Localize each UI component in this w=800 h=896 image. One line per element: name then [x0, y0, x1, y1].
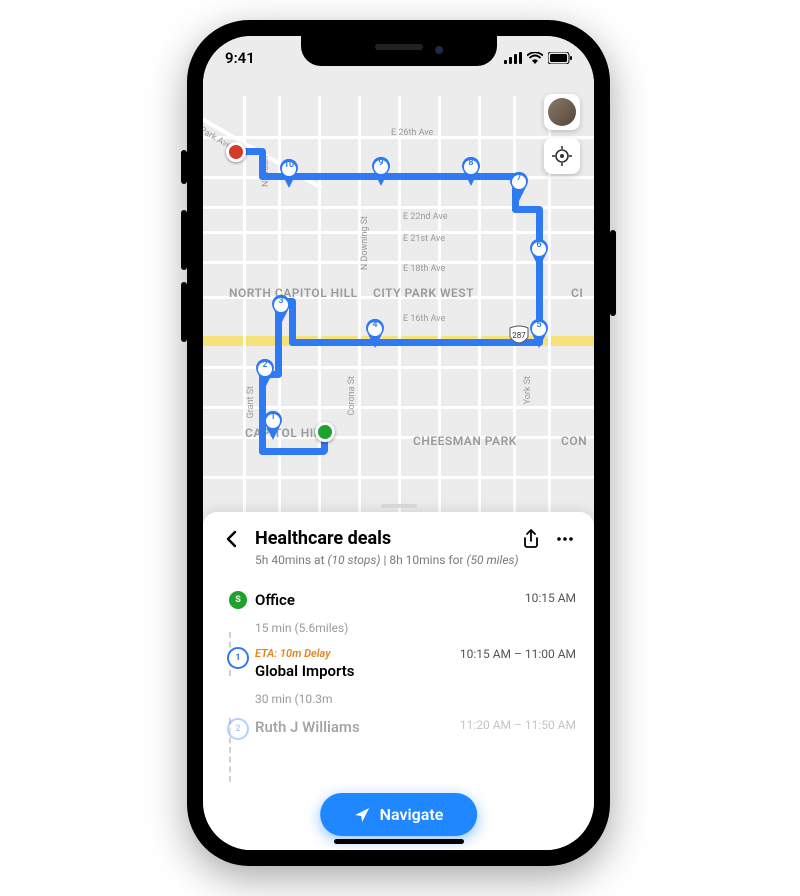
stop-name: Global Imports	[255, 662, 460, 680]
stop-name: Ruth J Williams	[255, 718, 460, 736]
stop-row-2[interactable]: 2 Ruth J Williams 11:20 AM – 11:50 AM	[203, 708, 594, 750]
home-indicator[interactable]	[334, 839, 464, 844]
stop-row-start[interactable]: S Office 10:15 AM	[203, 581, 594, 619]
more-icon	[556, 530, 574, 548]
route-title: Healthcare deals	[255, 528, 508, 549]
map-pin-7[interactable]: 7	[508, 171, 530, 201]
battery-icon	[548, 52, 572, 64]
more-button[interactable]	[554, 530, 576, 548]
map-pin-2[interactable]: 2	[254, 358, 276, 388]
status-time: 9:41	[225, 49, 255, 67]
stop-time: 11:20 AM – 11:50 AM	[460, 718, 576, 732]
share-icon	[522, 529, 540, 549]
status-indicators	[504, 52, 572, 64]
sheet-grab-handle[interactable]	[381, 504, 417, 508]
notch	[301, 36, 497, 66]
back-button[interactable]	[221, 530, 243, 548]
stop-name: Office	[255, 591, 525, 609]
map-pin-4[interactable]: 4	[364, 318, 386, 348]
map-pin-6[interactable]: 6	[528, 238, 550, 268]
map-pin-3[interactable]: 3	[270, 294, 292, 324]
start-marker: S	[229, 591, 247, 609]
map-pin-10[interactable]: 10	[278, 158, 300, 188]
target-icon	[552, 146, 572, 166]
svg-text:287: 287	[512, 331, 526, 340]
map[interactable]: NORTH CAPITOL HILL CITY PARK WEST CAPITO…	[203, 36, 594, 526]
stop-eta-delay: ETA: 10m Delay	[255, 647, 460, 660]
leg-info: 30 min (10.3m	[203, 690, 594, 708]
route-start-dot	[315, 422, 335, 442]
stop-time: 10:15 AM	[525, 591, 576, 605]
leg-info: 15 min (5.6miles)	[203, 619, 594, 637]
map-pin-5[interactable]: 5	[528, 318, 550, 348]
wifi-icon	[527, 52, 543, 64]
map-pin-8[interactable]: 8	[460, 156, 482, 186]
share-button[interactable]	[520, 529, 542, 549]
screen: 9:41	[203, 36, 594, 850]
route-subtitle: 5h 40mins at (10 stops) | 8h 10mins for …	[203, 553, 594, 581]
map-pin-1[interactable]: 1	[262, 410, 284, 440]
stop-row-1[interactable]: 1 ETA: 10m Delay Global Imports 10:15 AM…	[203, 637, 594, 690]
route-sheet[interactable]: Healthcare deals 5h 40mins at (10 stops)…	[203, 512, 594, 850]
signal-icon	[504, 52, 522, 64]
stop-marker: 2	[227, 718, 249, 740]
highway-shield: 287	[508, 325, 530, 347]
route-end-dot	[226, 142, 246, 162]
navigate-icon	[354, 807, 370, 823]
route-line	[203, 36, 594, 526]
chevron-left-icon	[225, 530, 239, 548]
stop-marker: 1	[227, 647, 249, 669]
avatar-button[interactable]	[544, 94, 580, 130]
navigate-label: Navigate	[380, 805, 444, 824]
locate-button[interactable]	[544, 138, 580, 174]
navigate-button[interactable]: Navigate	[320, 793, 478, 836]
phone-frame: 9:41	[187, 20, 610, 866]
map-pin-9[interactable]: 9	[370, 156, 392, 186]
avatar-icon	[548, 98, 576, 126]
stop-time: 10:15 AM – 11:00 AM	[460, 647, 576, 661]
